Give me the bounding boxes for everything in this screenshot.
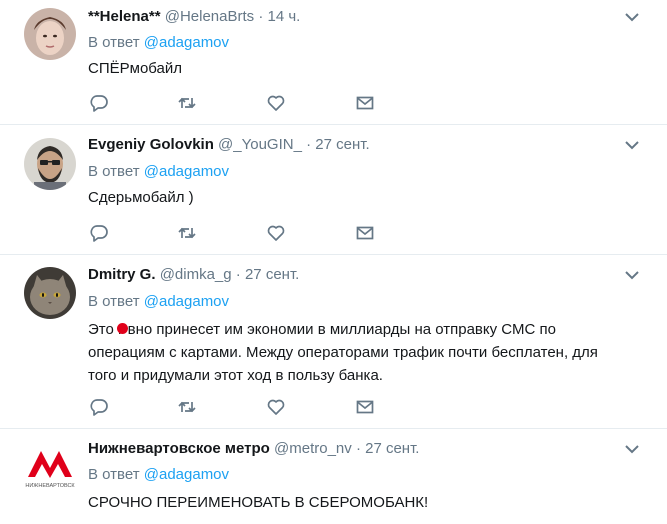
author-name[interactable]: Нижневартовское метро: [88, 440, 270, 457]
direct-message-icon: [356, 96, 374, 110]
tweet-text: Сдерьмобайл ): [88, 186, 628, 209]
tweet-actions: [88, 224, 388, 244]
retweet-button[interactable]: [178, 94, 198, 114]
tweet-evgeniy[interactable]: Evgeniy Golovkin @_YouGIN_ · 27 сент. В …: [0, 124, 667, 255]
chevron-down-icon[interactable]: [625, 13, 639, 22]
reply-to-link[interactable]: @adagamov: [144, 34, 229, 51]
retweet-icon: [178, 97, 196, 109]
tweet-helena[interactable]: **Helena** @HelenaBrts · 14 ч. В ответ @…: [0, 0, 667, 125]
author-handle[interactable]: @metro_nv: [274, 440, 352, 457]
author-name[interactable]: Dmitry G.: [88, 266, 156, 283]
separator-dot: ·: [355, 440, 361, 457]
separator-dot: ·: [258, 8, 264, 25]
reply-prefix: В ответ: [88, 466, 140, 483]
tweet-text-line: СРОЧНО ПЕРЕИМЕНОВАТЬ В СБЕРОМОБАНК!: [88, 494, 429, 511]
author-name[interactable]: Evgeniy Golovkin: [88, 136, 214, 153]
reply-icon: [90, 95, 108, 112]
author-name[interactable]: **Helena**: [88, 8, 161, 25]
timestamp[interactable]: 27 сент.: [315, 136, 369, 153]
author-handle[interactable]: @_YouGIN_: [218, 136, 302, 153]
tweet-text: СПЁРмобайл: [88, 57, 628, 80]
tweet-text: Это г вно принесет им экономии в миллиар…: [88, 318, 628, 387]
direct-message-button[interactable]: [356, 224, 376, 244]
reply-context: В ответ @adagamov: [88, 34, 229, 51]
reply-context: В ответ @adagamov: [88, 163, 229, 180]
tweet-header: Evgeniy Golovkin @_YouGIN_ · 27 сент.: [88, 136, 370, 153]
reply-button[interactable]: [90, 224, 110, 244]
like-icon: [267, 225, 285, 241]
tweet-header: Нижневартовское метро @metro_nv · 27 сен…: [88, 440, 419, 457]
avatar-helena[interactable]: [24, 8, 76, 60]
tweet-text-line: операциям с картами. Между операторами т…: [88, 344, 598, 361]
chevron-down-icon[interactable]: [625, 271, 639, 280]
reply-context: В ответ @adagamov: [88, 293, 229, 310]
reply-to-link[interactable]: @adagamov: [144, 466, 229, 483]
reply-prefix: В ответ: [88, 163, 140, 180]
direct-message-icon: [356, 400, 374, 414]
avatar-dmitry[interactable]: [24, 267, 76, 319]
tweet-text-line: Сдерьмобайл ): [88, 189, 194, 206]
tweet-actions: [88, 398, 388, 418]
like-button[interactable]: [267, 224, 287, 244]
like-button[interactable]: [267, 94, 287, 114]
retweet-button[interactable]: [178, 224, 198, 244]
author-handle[interactable]: @HelenaBrts: [165, 8, 254, 25]
tweet-text-line: того и придумали этот ход в пользу банка…: [88, 367, 383, 384]
chevron-down-icon[interactable]: [625, 445, 639, 454]
tweet-text-line: Это г вно принесет им экономии в миллиар…: [88, 321, 556, 338]
timestamp[interactable]: 27 сент.: [365, 440, 419, 457]
tweet-header: **Helena** @HelenaBrts · 14 ч.: [88, 8, 300, 25]
reply-prefix: В ответ: [88, 293, 140, 310]
tweet-actions: [88, 94, 388, 114]
tweet-text: СРОЧНО ПЕРЕИМЕНОВАТЬ В СБЕРОМОБАНК!: [88, 491, 628, 514]
like-button[interactable]: [267, 398, 287, 418]
retweet-icon: [178, 401, 196, 413]
tweet-metro[interactable]: НИЖНЕВАРТОВСК Нижневартовское метро @met…: [0, 428, 667, 524]
separator-dot: ·: [235, 266, 241, 283]
reply-to-link[interactable]: @adagamov: [144, 163, 229, 180]
like-icon: [267, 399, 285, 415]
timestamp[interactable]: 14 ч.: [268, 8, 301, 25]
direct-message-button[interactable]: [356, 94, 376, 114]
author-handle[interactable]: @dimka_g: [160, 266, 232, 283]
like-icon: [267, 95, 285, 111]
direct-message-icon: [356, 226, 374, 240]
censor-dot: [117, 323, 128, 334]
reply-icon: [90, 225, 108, 242]
separator-dot: ·: [306, 136, 312, 153]
tweet-dmitry[interactable]: Dmitry G. @dimka_g · 27 сент. В ответ @a…: [0, 254, 667, 429]
reply-button[interactable]: [90, 398, 110, 418]
tweet-header: Dmitry G. @dimka_g · 27 сент.: [88, 266, 299, 283]
reply-icon: [90, 399, 108, 416]
metro-logo-text: НИЖНЕВАРТОВСК: [25, 483, 75, 489]
tweet-text-line: СПЁРмобайл: [88, 60, 183, 77]
retweet-button[interactable]: [178, 398, 198, 418]
retweet-icon: [178, 227, 196, 239]
avatar-evgeniy[interactable]: [24, 138, 76, 190]
reply-to-link[interactable]: @adagamov: [144, 293, 229, 310]
reply-prefix: В ответ: [88, 34, 140, 51]
chevron-down-icon[interactable]: [625, 141, 639, 150]
avatar-metro-logo[interactable]: НИЖНЕВАРТОВСК: [24, 440, 76, 492]
reply-context: В ответ @adagamov: [88, 466, 229, 483]
timestamp[interactable]: 27 сент.: [245, 266, 299, 283]
direct-message-button[interactable]: [356, 398, 376, 418]
reply-button[interactable]: [90, 94, 110, 114]
